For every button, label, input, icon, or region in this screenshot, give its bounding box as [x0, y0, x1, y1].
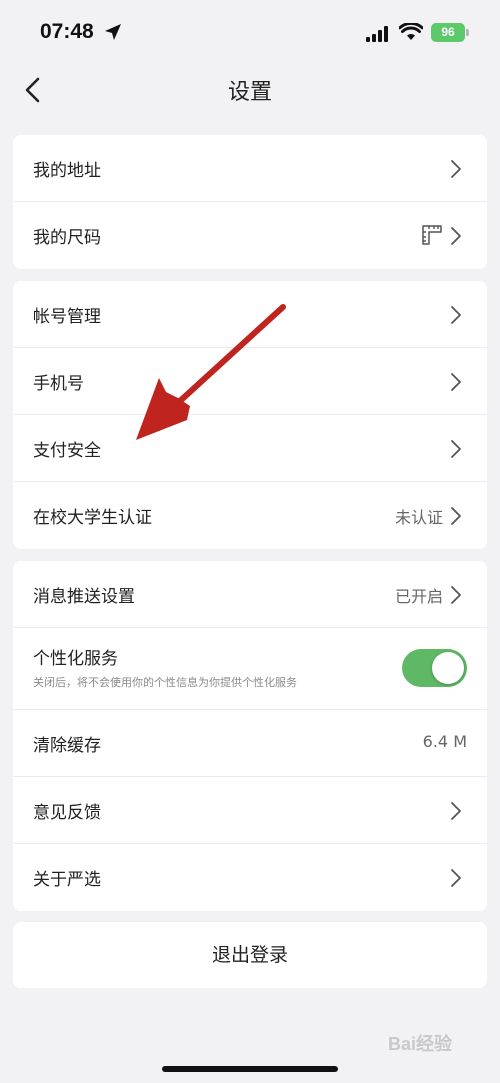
row-label: 在校大学生认证	[33, 508, 152, 528]
row-label: 关于严选	[33, 870, 101, 890]
row-label: 我的地址	[33, 161, 101, 181]
row-label: 个性化服务	[33, 649, 118, 669]
chevron-right-icon	[450, 226, 462, 250]
watermark-logo: Bai经验	[388, 1034, 453, 1054]
chevron-right-icon	[450, 305, 462, 329]
row-payment-security[interactable]: 支付安全	[13, 415, 487, 482]
row-my-size[interactable]: 我的尺码	[13, 202, 487, 269]
ruler-icon	[421, 224, 443, 250]
row-label: 意见反馈	[33, 803, 101, 823]
row-label: 帐号管理	[33, 307, 101, 327]
row-clear-cache[interactable]: 清除缓存 6.4 M	[13, 710, 487, 777]
cellular-signal-icon	[366, 26, 390, 46]
status-bar: 07:48 96	[0, 0, 500, 64]
wifi-icon	[398, 21, 424, 45]
row-about[interactable]: 关于严选	[13, 844, 487, 911]
row-description: 关闭后，将不会使用你的个性信息为你提供个性化服务	[33, 676, 297, 689]
battery-tip	[466, 29, 469, 36]
row-account-management[interactable]: 帐号管理	[13, 281, 487, 348]
row-feedback[interactable]: 意见反馈	[13, 777, 487, 844]
row-student-verification[interactable]: 在校大学生认证 未认证	[13, 482, 487, 549]
row-value: 未认证	[394, 508, 443, 527]
toggle-knob	[432, 652, 464, 684]
chevron-right-icon	[450, 801, 462, 825]
logout-button[interactable]: 退出登录	[13, 922, 487, 988]
settings-group-profile: 我的地址 我的尺码	[13, 135, 487, 269]
location-arrow-icon	[104, 23, 122, 45]
row-label: 消息推送设置	[33, 587, 135, 607]
row-phone-number[interactable]: 手机号	[13, 348, 487, 415]
settings-group-account: 帐号管理 手机号 支付安全 在校大学生认证 未认证	[13, 281, 487, 549]
chevron-right-icon	[450, 868, 462, 892]
row-label: 支付安全	[33, 441, 101, 461]
battery-icon: 96	[431, 23, 465, 42]
row-label: 手机号	[33, 374, 84, 394]
row-label: 我的尺码	[33, 228, 101, 248]
row-label: 清除缓存	[33, 736, 101, 756]
chevron-right-icon	[450, 506, 462, 530]
chevron-right-icon	[450, 159, 462, 183]
row-value: 已开启	[394, 587, 443, 606]
nav-bar: 设置	[0, 64, 500, 116]
chevron-right-icon	[450, 372, 462, 396]
personalized-service-toggle[interactable]	[402, 649, 467, 687]
row-value: 6.4 M	[422, 732, 467, 751]
row-my-address[interactable]: 我的地址	[13, 135, 487, 202]
row-personalized-service: 个性化服务 关闭后，将不会使用你的个性信息为你提供个性化服务	[13, 628, 487, 710]
chevron-right-icon	[450, 585, 462, 609]
chevron-right-icon	[450, 439, 462, 463]
row-push-settings[interactable]: 消息推送设置 已开启	[13, 561, 487, 628]
home-indicator	[162, 1066, 338, 1072]
settings-group-general: 消息推送设置 已开启 个性化服务 关闭后，将不会使用你的个性信息为你提供个性化服…	[13, 561, 487, 911]
page-title: 设置	[227, 80, 272, 105]
status-time: 07:48	[40, 20, 94, 43]
